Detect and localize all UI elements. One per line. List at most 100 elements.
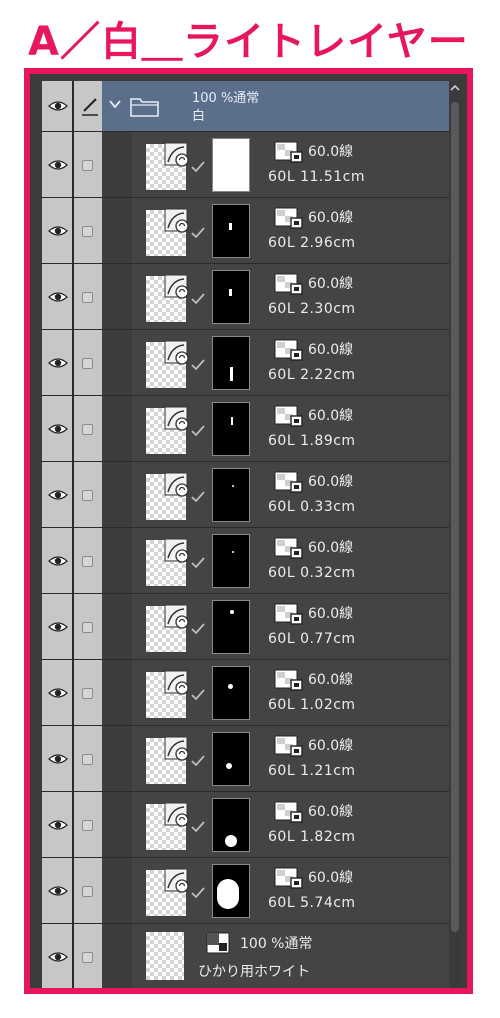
layer-mask-thumbnail[interactable] <box>212 864 250 918</box>
layer-row-last[interactable]: 100 %通常 ひかり用ホワイト <box>42 924 455 988</box>
vector-layer-icon <box>164 142 189 167</box>
vector-layer-icon <box>164 604 189 629</box>
layer-opacity: 60.0線 <box>308 738 354 754</box>
layer-row[interactable]: 60.0線 60L 5.74cm <box>42 858 455 924</box>
lock-checkbox[interactable] <box>82 160 93 171</box>
layer-name: 60L 11.51cm <box>268 169 365 185</box>
layer-row[interactable]: 60.0線 60L 11.51cm <box>42 132 455 198</box>
eye-icon[interactable] <box>48 423 68 435</box>
layer-mask-thumbnail[interactable] <box>212 732 250 786</box>
layer-mask-thumbnail[interactable] <box>212 336 250 390</box>
mask-stroke <box>228 684 233 689</box>
vector-layer-icon <box>164 208 189 233</box>
layer-row[interactable]: 60.0線 60L 2.22cm <box>42 330 455 396</box>
layer-opacity: 60.0線 <box>308 408 354 424</box>
layer-opacity: 60.0線 <box>308 540 354 556</box>
layer-row[interactable]: 60.0線 60L 2.30cm <box>42 264 455 330</box>
layer-row[interactable]: 60.0線 60L 1.89cm <box>42 396 455 462</box>
layer-mask-thumbnail[interactable] <box>212 204 250 258</box>
lock-checkbox[interactable] <box>82 952 93 963</box>
vector-layer-icon <box>274 735 303 757</box>
mask-stroke <box>229 289 232 296</box>
layer-row[interactable]: 60.0線 60L 1.02cm <box>42 660 455 726</box>
layer-name: 60L 1.02cm <box>268 697 356 713</box>
layer-row[interactable]: 60.0線 60L 1.82cm <box>42 792 455 858</box>
eye-icon[interactable] <box>48 621 68 633</box>
pen-icon[interactable] <box>80 95 100 117</box>
eye-icon[interactable] <box>48 357 68 369</box>
vector-layer-icon <box>274 537 303 559</box>
layer-row[interactable]: 60.0線 60L 2.96cm <box>42 198 455 264</box>
layer-mask-thumbnail[interactable] <box>212 798 250 852</box>
layer-row[interactable]: 60.0線 60L 0.32cm <box>42 528 455 594</box>
layer-name: 60L 5.74cm <box>268 895 356 911</box>
eye-icon[interactable] <box>48 225 68 237</box>
folder-row[interactable]: 100 %通常 白 <box>42 81 455 132</box>
check-icon <box>191 623 205 635</box>
lock-checkbox[interactable] <box>82 754 93 765</box>
folder-icon <box>130 98 159 117</box>
eye-icon[interactable] <box>48 753 68 765</box>
vector-layer-icon <box>164 802 189 827</box>
layer-name: 60L 1.89cm <box>268 433 356 449</box>
layer-row[interactable]: 60.0線 60L 0.33cm <box>42 462 455 528</box>
folder-name: 白 <box>192 109 206 124</box>
eye-icon[interactable] <box>48 159 68 171</box>
eye-icon[interactable] <box>48 100 68 112</box>
chevron-down-icon[interactable] <box>108 97 122 111</box>
lock-checkbox[interactable] <box>82 490 93 501</box>
scroll-up-icon[interactable] <box>449 81 461 95</box>
lock-checkbox[interactable] <box>82 820 93 831</box>
check-icon <box>191 689 205 701</box>
vector-layer-icon <box>164 406 189 431</box>
layer-opacity: 60.0線 <box>308 144 354 160</box>
layer-thumbnail <box>146 932 184 980</box>
layer-name: 60L 2.22cm <box>268 367 356 383</box>
eye-icon[interactable] <box>48 951 68 963</box>
eye-icon[interactable] <box>48 819 68 831</box>
lock-checkbox[interactable] <box>82 226 93 237</box>
lock-checkbox[interactable] <box>82 556 93 567</box>
layer-panel: 100 %通常 白 60.0線 60L 11.51cm 60.0線 60L 2.96c… <box>24 68 473 994</box>
layer-mask-thumbnail[interactable] <box>212 468 250 522</box>
check-icon <box>191 161 205 173</box>
layer-row[interactable]: 60.0線 60L 0.77cm <box>42 594 455 660</box>
vector-layer-icon <box>164 274 189 299</box>
lock-checkbox[interactable] <box>82 688 93 699</box>
lock-checkbox[interactable] <box>82 292 93 303</box>
vector-layer-icon <box>274 801 303 823</box>
page-title: A／白＿ライトレイヤー <box>28 19 469 65</box>
lock-checkbox[interactable] <box>82 886 93 897</box>
layer-row[interactable]: 60.0線 60L 1.21cm <box>42 726 455 792</box>
vector-layer-icon <box>164 736 189 761</box>
eye-icon[interactable] <box>48 687 68 699</box>
check-icon <box>191 359 205 371</box>
eye-icon[interactable] <box>48 291 68 303</box>
eye-icon[interactable] <box>48 885 68 897</box>
layer-name: 60L 0.77cm <box>268 631 356 647</box>
layer-rows: 60.0線 60L 11.51cm 60.0線 60L 2.96cm 60.0線 60L … <box>42 132 455 924</box>
layer-mask-thumbnail[interactable] <box>212 270 250 324</box>
lock-checkbox[interactable] <box>82 424 93 435</box>
layer-mask-thumbnail[interactable] <box>212 138 250 192</box>
layer-name: 60L 0.32cm <box>268 565 356 581</box>
layer-opacity: 100 %通常 <box>240 936 313 952</box>
layer-mask-thumbnail[interactable] <box>212 534 250 588</box>
lock-checkbox[interactable] <box>82 358 93 369</box>
mask-stroke <box>226 763 232 769</box>
eye-icon[interactable] <box>48 555 68 567</box>
layer-mask-thumbnail[interactable] <box>212 666 250 720</box>
vector-layer-icon <box>164 868 189 893</box>
scrollbar-thumb[interactable] <box>451 102 459 932</box>
check-icon <box>191 557 205 569</box>
layer-opacity: 60.0線 <box>308 606 354 622</box>
mask-stroke <box>231 417 233 425</box>
layer-mask-thumbnail[interactable] <box>212 600 250 654</box>
mask-stroke <box>232 485 234 487</box>
layer-name: 60L 1.82cm <box>268 829 356 845</box>
lock-checkbox[interactable] <box>82 622 93 633</box>
layer-name: 60L 2.30cm <box>268 301 356 317</box>
layer-mask-thumbnail[interactable] <box>212 402 250 456</box>
eye-icon[interactable] <box>48 489 68 501</box>
folder-opacity: 100 %通常 <box>192 91 260 106</box>
